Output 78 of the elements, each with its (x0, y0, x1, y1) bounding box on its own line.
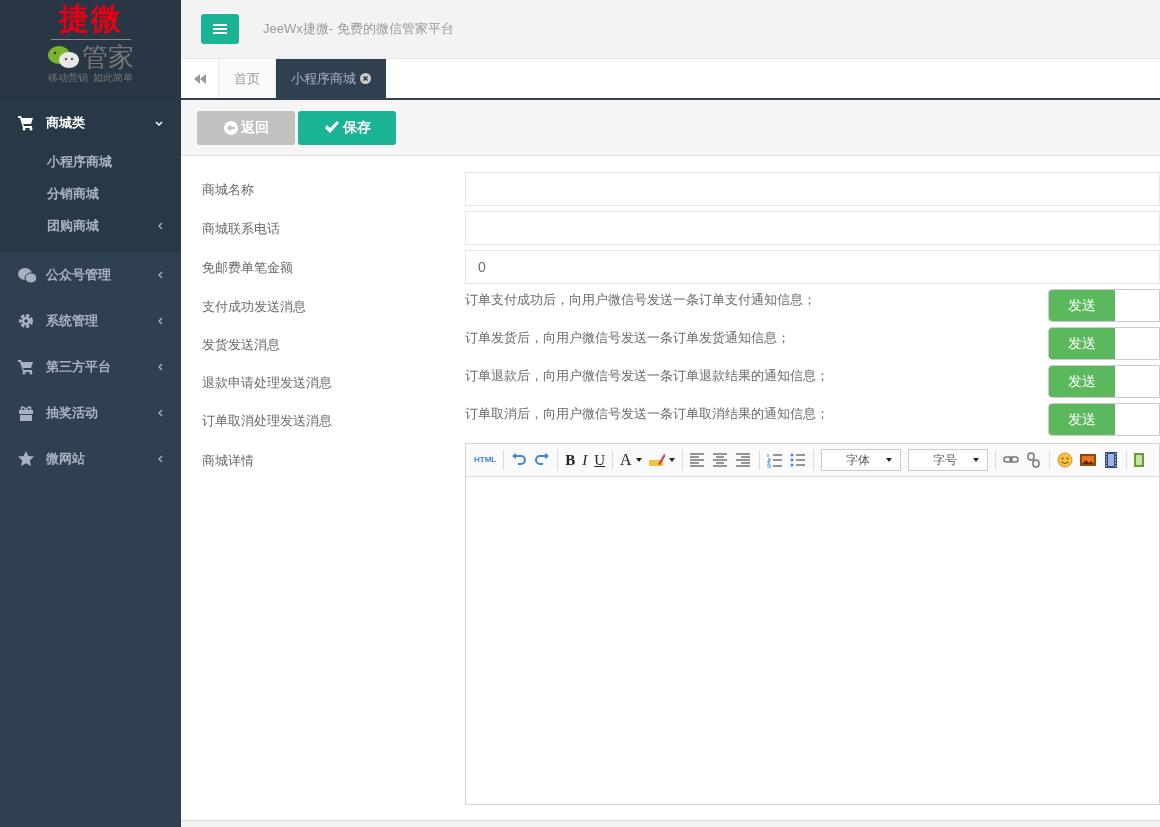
html-button[interactable]: HTML (474, 454, 497, 466)
arrow-left-circle-icon (223, 120, 238, 135)
save-button[interactable]: 保存 (298, 110, 396, 145)
chevron-left-icon (158, 271, 163, 279)
redo-icon (534, 452, 551, 468)
chevron-left-icon (158, 455, 163, 463)
sidebar-subitem[interactable]: 团购商城 (0, 210, 181, 242)
rich-text-editor[interactable]: HTML B I U A 字体 字号 (465, 443, 1160, 805)
image-icon (1079, 452, 1096, 468)
dropdown[interactable]: 字体 (820, 449, 901, 471)
sidebar-item[interactable]: 抽奖活动 (0, 390, 181, 436)
chevron-left-icon (158, 317, 163, 325)
chevron-down-icon (155, 120, 163, 126)
text-field[interactable] (465, 211, 1160, 245)
menu-icon (213, 23, 227, 35)
sidebar-item[interactable]: 公众号管理 (0, 252, 181, 298)
highlighter-icon (648, 452, 665, 468)
caret-icon (885, 458, 892, 462)
chevron-left-icon (158, 409, 163, 417)
field-label: 订单取消处理发送消息 (202, 412, 333, 430)
chevron-left-icon (158, 363, 163, 371)
close-icon (360, 73, 371, 84)
double-left-icon (193, 73, 206, 84)
dropdown[interactable]: 字号 (907, 449, 988, 471)
unlink-icon (1025, 452, 1042, 468)
check-icon (323, 120, 340, 135)
field-label: 退款申请处理发送消息 (202, 374, 333, 392)
caret-icon (635, 458, 642, 462)
header-title: JeeWx捷微- 免费的微信管家平台 (263, 20, 454, 39)
field-label: 发货发送消息 (202, 336, 281, 354)
field-label: 商城名称 (202, 181, 255, 199)
gear-icon (18, 313, 36, 329)
star-icon (18, 451, 36, 467)
help-text: 订单支付成功后，向用户微信号发送一条订单支付通知信息； (465, 291, 817, 309)
sidebar-item[interactable]: 微网站 (0, 436, 181, 482)
text-field[interactable]: 0 (465, 250, 1160, 284)
chat-bubbles-icon (18, 267, 36, 283)
caret-icon (972, 458, 979, 462)
sidebar-item[interactable]: 商城类 (0, 100, 181, 146)
field-label: 商城详情 (202, 452, 255, 470)
logo-slogan: 移动营销 如此简单 (47, 71, 134, 85)
align-left-icon (689, 452, 706, 468)
cart-icon (18, 115, 36, 131)
numbered-list-icon (766, 452, 783, 468)
tab[interactable]: 小程序商城 (276, 59, 386, 98)
underline-button[interactable]: U (594, 448, 606, 472)
sidebar-item[interactable]: 第三方平台 (0, 344, 181, 390)
logo-subtitle: 管家 (82, 43, 134, 71)
caret-icon (668, 458, 675, 462)
font-color-button[interactable]: A (620, 448, 642, 472)
field-label: 商城联系电话 (202, 220, 281, 238)
sidebar-subitem[interactable]: 小程序商城 (0, 146, 181, 178)
text-field[interactable] (465, 172, 1160, 206)
sidebar-subitem[interactable]: 分销商城 (0, 178, 181, 210)
toolbar-button[interactable] (1102, 452, 1119, 468)
film-icon (1102, 452, 1119, 468)
toolbar-button[interactable] (1079, 452, 1096, 468)
highlight-button[interactable] (648, 452, 675, 468)
undo-icon (511, 452, 528, 468)
align-right-icon (735, 452, 752, 468)
help-text: 订单退款后，向用户微信号发送一条订单退款结果的通知信息； (465, 367, 830, 385)
bullet-list-icon (789, 452, 806, 468)
cart-icon (18, 359, 36, 375)
chevron-left-icon (158, 222, 163, 230)
bold-button[interactable]: B (565, 448, 576, 472)
align-center-icon (712, 452, 729, 468)
tab[interactable]: 首页 (219, 59, 276, 98)
logo-title: 捷微 (58, 2, 123, 36)
gift-icon (18, 405, 36, 421)
field-label: 免邮费单笔金额 (202, 259, 294, 277)
italic-button[interactable]: I (582, 448, 588, 472)
wechat-logo-icon (47, 44, 81, 70)
sidebar-item[interactable]: 系统管理 (0, 298, 181, 344)
help-text: 订单取消后，向用户微信号发送一条订单取消结果的通知信息； (465, 405, 830, 423)
field-label: 支付成功发送消息 (202, 298, 307, 316)
help-text: 订单发货后，向用户微信号发送一条订单发货通知信息； (465, 329, 791, 347)
menu-button[interactable] (201, 14, 239, 44)
smiley-icon (1056, 452, 1073, 468)
